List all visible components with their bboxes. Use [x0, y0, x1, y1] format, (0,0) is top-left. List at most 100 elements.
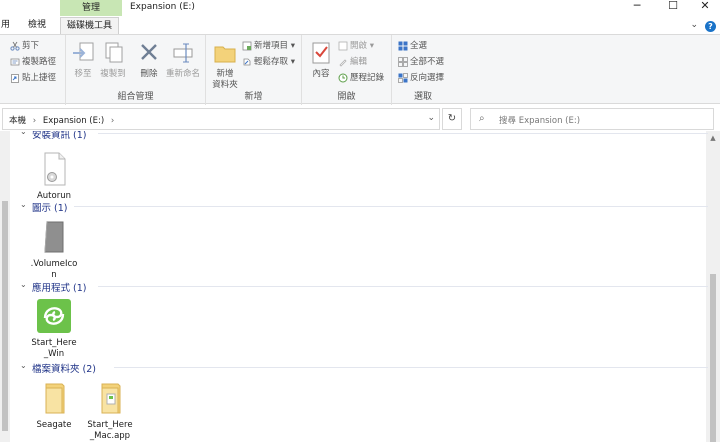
folder-name: Start_Here_Mac.app: [87, 420, 133, 441]
invert-selection-icon: [398, 72, 408, 83]
file-list-pane: ▲ ⌄ 安裝資訊 (1) Autorun ⌄ 圖示 (1) .VolumeIco…: [0, 131, 720, 442]
chevron-right-icon: ›: [110, 116, 115, 126]
copy-to-label: 複製到: [100, 69, 126, 79]
new-folder-label-1: 新增: [216, 69, 234, 79]
open-group-label: 開啟: [337, 92, 356, 102]
open-icon: [338, 41, 348, 51]
invert-selection-button[interactable]: 反向選擇: [398, 71, 444, 85]
file-item-start-here-win[interactable]: Start_Here_Win: [30, 298, 78, 359]
group-title: 檔案資料夾 (2): [32, 364, 96, 375]
select-none-label: 全部不選: [410, 57, 445, 67]
group-divider: [98, 286, 708, 287]
easy-access-label: 輕鬆存取: [254, 57, 289, 67]
folder-icon: [92, 380, 128, 416]
open-label: 開啟: [350, 41, 368, 51]
breadcrumb-drive[interactable]: Expansion (E:): [43, 116, 104, 126]
edit-button[interactable]: 編輯: [338, 55, 367, 69]
tab-drive-tools[interactable]: 磁碟機工具: [60, 17, 120, 34]
breadcrumb-root[interactable]: 本機: [9, 116, 26, 126]
select-all-icon: [398, 41, 408, 51]
chevron-down-icon: ⌄: [20, 200, 27, 209]
folder-item-start-here-mac[interactable]: Start_Here_Mac.app: [86, 380, 134, 441]
edit-label: 編輯: [350, 57, 368, 67]
context-tab-group-manage[interactable]: 管理: [60, 0, 122, 16]
address-bar: 本機 › Expansion (E:) › ⌄ ↻ ⌕ 搜尋 Expansion…: [0, 108, 720, 130]
chevron-down-icon: ⌄: [20, 280, 27, 289]
easy-access-icon: [242, 57, 252, 67]
paste-shortcut-button[interactable]: 貼上捷徑: [10, 71, 56, 85]
file-name: .VolumeIcon: [30, 259, 78, 280]
group-header-folders[interactable]: ⌄ 檔案資料夾 (2): [18, 361, 708, 375]
group-header-applications[interactable]: ⌄ 應用程式 (1): [18, 280, 708, 294]
copy-path-icon: [10, 57, 20, 67]
new-item-button[interactable]: 新增項目 ▾: [242, 39, 295, 53]
file-item-autorun[interactable]: Autorun: [30, 151, 78, 202]
close-button[interactable]: ✕: [688, 0, 720, 14]
easy-access-button[interactable]: 輕鬆存取 ▾: [242, 55, 295, 69]
setup-info-file-icon: [36, 151, 72, 187]
ribbon-group-clipboard: 剪下 複製路徑 貼上捷徑: [0, 35, 66, 105]
edit-icon: [338, 57, 348, 67]
new-folder-button[interactable]: 新增 資料夾: [210, 40, 240, 91]
group-divider: [114, 367, 708, 368]
group-title: 圖示 (1): [32, 203, 68, 214]
chevron-down-icon: ⌄: [20, 131, 27, 136]
organize-group-label: 組合管理: [117, 92, 154, 102]
seagate-app-icon: [36, 298, 72, 334]
group-title: 應用程式 (1): [32, 283, 87, 294]
ribbon-group-select: 全選 全部不選 反向選擇 選取: [392, 35, 454, 105]
copy-path-button[interactable]: 複製路徑: [10, 55, 56, 69]
tab-view[interactable]: 檢視: [22, 17, 52, 34]
help-icon[interactable]: ?: [705, 21, 716, 32]
minimize-button[interactable]: ─: [620, 0, 654, 14]
folder-name: Seagate: [36, 420, 72, 430]
rename-button[interactable]: 重新命名: [164, 40, 202, 80]
maximize-button[interactable]: ☐: [656, 0, 690, 14]
address-box[interactable]: 本機 › Expansion (E:) › ⌄: [2, 108, 440, 130]
content-scroll-thumb[interactable]: [710, 274, 716, 442]
group-header-setup-info[interactable]: ⌄ 安裝資訊 (1): [18, 131, 708, 141]
delete-label: 刪除: [140, 69, 158, 79]
address-history-dropdown-icon[interactable]: ⌄: [427, 113, 435, 123]
ribbon-group-organize: 移至 複製到 刪除 重新命名 組合管理: [66, 35, 206, 105]
tab-share[interactable]: 用: [0, 17, 16, 34]
paste-shortcut-label: 貼上捷徑: [22, 73, 57, 83]
properties-button[interactable]: 內容: [308, 40, 334, 80]
history-button[interactable]: 歷程記錄: [338, 71, 384, 85]
group-title: 安裝資訊 (1): [32, 131, 87, 141]
history-label: 歷程記錄: [350, 73, 385, 83]
ribbon-group-new: 新增 資料夾 新增項目 ▾ 輕鬆存取 ▾ 新增: [206, 35, 302, 105]
select-none-icon: [398, 56, 408, 67]
chevron-up-icon[interactable]: ⌄: [690, 20, 698, 30]
navigation-scroll-thumb[interactable]: [2, 201, 8, 431]
invert-selection-label: 反向選擇: [410, 73, 445, 83]
scroll-up-arrow-icon[interactable]: ▲: [706, 134, 720, 142]
file-item-volumeicon[interactable]: .VolumeIcon: [30, 219, 78, 280]
copy-to-button[interactable]: 複製到: [98, 40, 128, 80]
folder-item-seagate[interactable]: Seagate: [30, 380, 78, 431]
delete-button[interactable]: 刪除: [136, 40, 162, 80]
select-all-button[interactable]: 全選: [398, 39, 427, 53]
file-name: Start_Here_Win: [31, 338, 77, 359]
search-input[interactable]: ⌕ 搜尋 Expansion (E:): [470, 108, 714, 130]
open-button[interactable]: 開啟 ▾: [338, 39, 374, 53]
new-group-label: 新增: [244, 92, 263, 102]
move-to-label: 移至: [74, 69, 92, 79]
group-header-icons[interactable]: ⌄ 圖示 (1): [18, 200, 708, 214]
copy-path-label: 複製路徑: [22, 57, 57, 67]
content-scrollbar[interactable]: ▲: [706, 131, 720, 442]
cut-button[interactable]: 剪下: [10, 39, 39, 53]
properties-label: 內容: [312, 69, 330, 79]
refresh-button[interactable]: ↻: [442, 108, 462, 130]
select-all-label: 全選: [410, 41, 428, 51]
new-folder-icon: [212, 40, 238, 66]
select-none-button[interactable]: 全部不選: [398, 55, 444, 69]
chevron-right-icon: ›: [32, 116, 37, 126]
folder-icon: [36, 380, 72, 416]
scissors-icon: [10, 41, 20, 51]
history-icon: [338, 73, 348, 83]
delete-x-icon: [136, 40, 162, 66]
volume-icon-file-icon: [36, 219, 72, 255]
move-to-button[interactable]: 移至: [70, 40, 96, 80]
navigation-pane-scrollbar[interactable]: [0, 131, 10, 442]
